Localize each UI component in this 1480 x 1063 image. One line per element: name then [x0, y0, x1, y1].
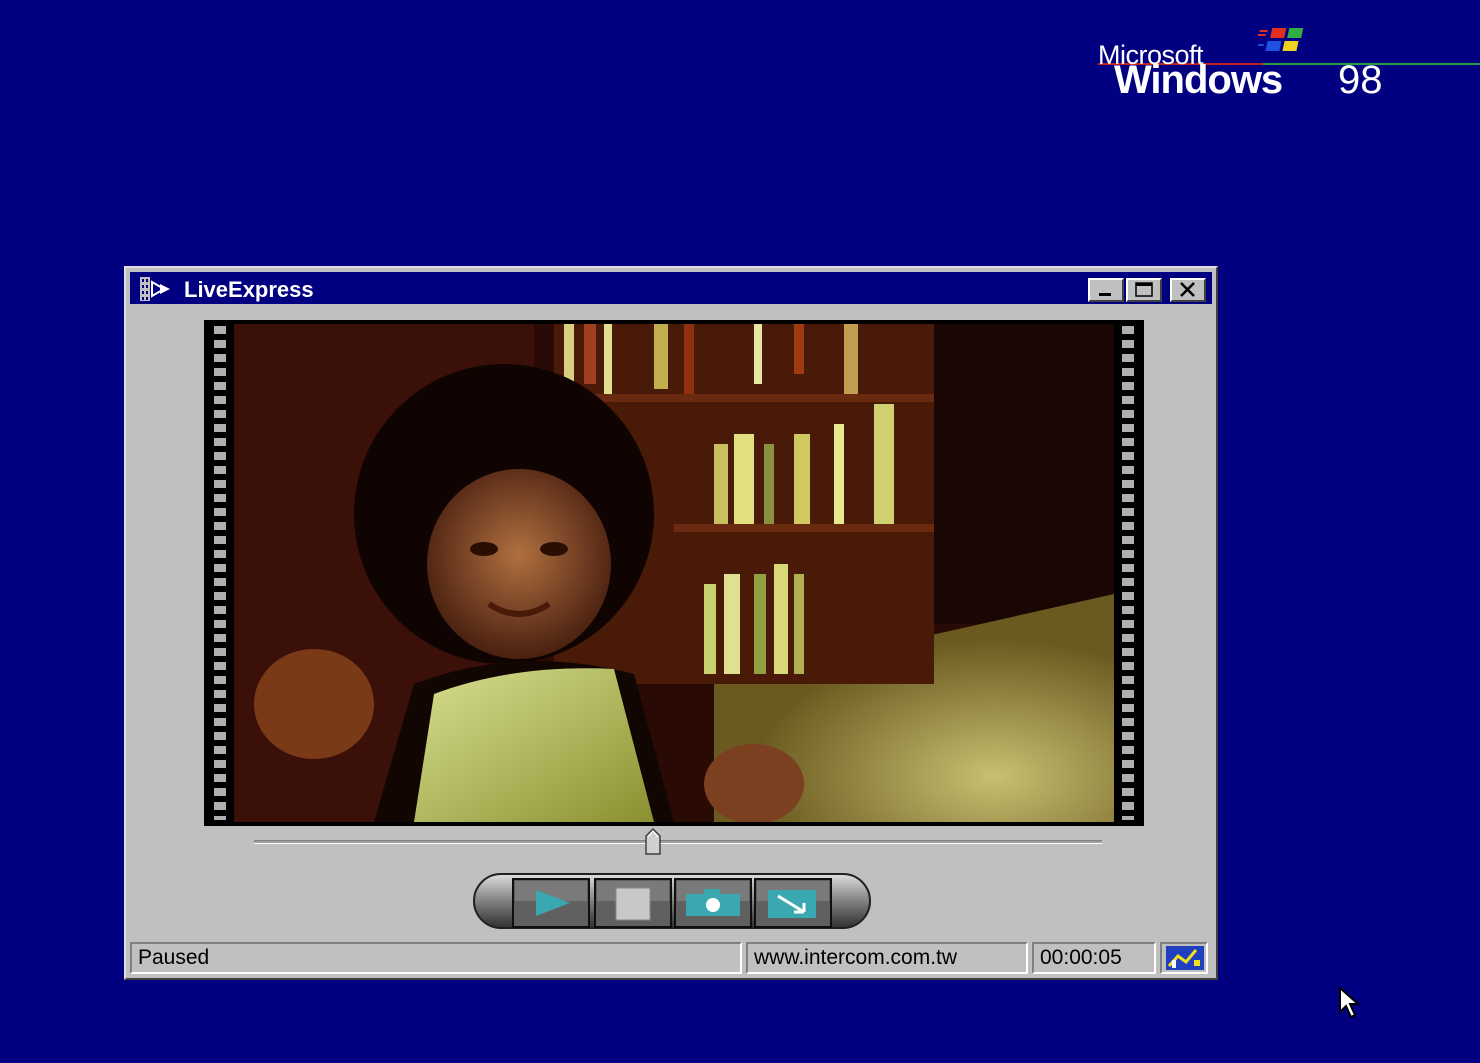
window-title: LiveExpress — [184, 277, 314, 302]
status-url: www.intercom.com.tw — [746, 942, 1028, 974]
windows98-logo: Microsoft Windows 98 — [1098, 20, 1480, 102]
playback-controls — [472, 872, 872, 930]
video-frame-image — [234, 324, 1114, 822]
maximize-button[interactable] — [1126, 278, 1162, 302]
save-to-file-icon — [754, 878, 832, 928]
status-time: 00:00:05 — [1032, 942, 1156, 974]
film-sprockets-right — [1122, 326, 1134, 820]
stop-button[interactable] — [594, 878, 672, 928]
seek-slider-track[interactable] — [254, 840, 1102, 844]
camera-icon — [674, 878, 752, 928]
maximize-icon — [1135, 282, 1153, 297]
close-icon — [1180, 282, 1195, 297]
film-sprockets-left — [214, 326, 226, 820]
play-button[interactable] — [512, 878, 590, 928]
title-bar[interactable]: LiveExpress — [130, 272, 1212, 304]
liveexpress-window: LiveExpress Paused www.intercom.com.tw 0… — [124, 266, 1218, 980]
connection-graph-icon — [1166, 946, 1204, 970]
mouse-cursor-icon — [1339, 986, 1361, 1019]
seek-slider-thumb[interactable] — [644, 828, 662, 856]
minimize-icon — [1099, 293, 1111, 296]
video-display[interactable] — [204, 320, 1144, 826]
play-icon — [512, 878, 590, 928]
minimize-button[interactable] — [1088, 278, 1124, 302]
logo-version: 98 — [1338, 58, 1383, 102]
status-text: Paused — [130, 942, 742, 974]
status-icon-panel[interactable] — [1160, 942, 1208, 974]
save-button[interactable] — [754, 878, 832, 928]
snapshot-button[interactable] — [674, 878, 752, 928]
film-strip-icon — [140, 277, 170, 301]
windows-flag-icon — [1258, 28, 1304, 51]
logo-product: Windows — [1114, 58, 1283, 102]
close-button[interactable] — [1170, 278, 1206, 302]
stop-icon — [594, 878, 672, 928]
